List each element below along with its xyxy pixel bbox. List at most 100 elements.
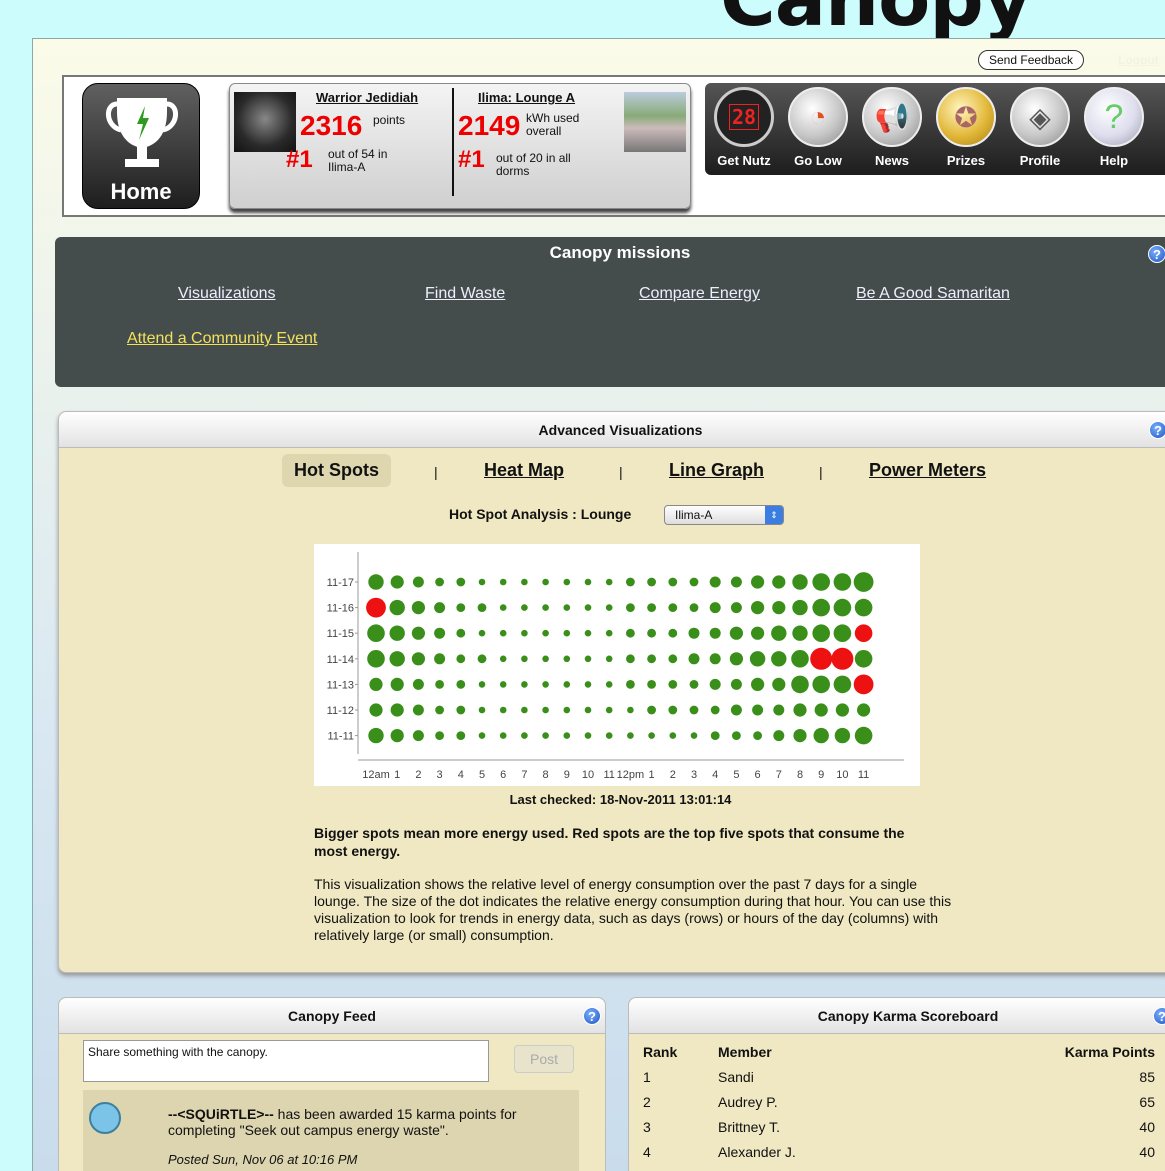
hotspot-dot (813, 727, 829, 744)
tab-hot-spots[interactable]: Hot Spots (282, 454, 391, 487)
nav-go-low[interactable]: ◔ Go Low (783, 87, 853, 168)
hotspot-dot (389, 599, 405, 616)
nav-news[interactable]: 📢 News (857, 87, 927, 168)
nav-get-nutz[interactable]: 28 Get Nutz (709, 87, 779, 168)
gauge-icon: ◔ (788, 87, 848, 147)
divider (452, 88, 454, 196)
hotspot-dot (729, 626, 743, 640)
hotspot-dot (626, 654, 635, 664)
x-tick-label: 7 (521, 769, 527, 781)
hotspot-chart: 11-17 11-16 11-15 11-14 11-13 11-12 11-11 12am 1… (314, 544, 920, 786)
send-feedback-button[interactable]: Send Feedback (978, 50, 1085, 70)
hotspot-dot (456, 577, 466, 587)
hotspot-dot (753, 731, 762, 740)
x-tick-label: 5 (479, 769, 485, 781)
y-tick-label: 11-11 (327, 731, 354, 743)
tab-heat-map[interactable]: Heat Map (484, 460, 564, 481)
lounge-select[interactable]: Ilima-A ⇕ (664, 505, 784, 525)
mission-visualizations[interactable]: Visualizations (178, 285, 276, 303)
user-name-link[interactable]: Warrior Jedidiah (316, 90, 418, 105)
hotspot-dot-top (366, 597, 386, 618)
hotspot-dot (773, 730, 785, 742)
hotspot-dot (834, 727, 851, 744)
lounge-building-image (624, 92, 686, 152)
hotspot-dot (791, 650, 809, 668)
status-panel: Warrior Jedidiah 2316 points #1 out of 5… (229, 83, 691, 209)
hotspot-dot (521, 732, 528, 739)
hotspot-dot (626, 577, 635, 587)
tab-power-meters[interactable]: Power Meters (869, 460, 986, 481)
hotspot-dot (563, 706, 571, 714)
hotspot-dot (456, 705, 466, 715)
hotspot-dot (456, 680, 466, 689)
logout-link[interactable]: Logout (1118, 53, 1159, 67)
help-icon[interactable]: ? (583, 1007, 601, 1025)
help-icon[interactable]: ? (1149, 421, 1165, 439)
share-input[interactable]: Share something with the canopy. (83, 1040, 489, 1082)
lounge-name-link[interactable]: Ilima: Lounge A (478, 90, 575, 105)
hotspot-dot (605, 681, 613, 688)
hotspot-dot (478, 578, 486, 586)
hotspot-dot (477, 654, 487, 664)
lounge-rank-text: out of 20 in all dorms (496, 151, 571, 178)
hotspot-dot-top (810, 647, 833, 670)
x-tick-label: 11 (858, 769, 869, 781)
user-rank-text: out of 54 in Ilima-A (328, 147, 388, 174)
hotspot-dot (689, 577, 699, 587)
hotspot-dot (689, 680, 699, 689)
nav-profile[interactable]: ◈ Profile (1005, 87, 1075, 168)
hotspot-dot (584, 629, 592, 637)
x-tick-label: 5 (733, 769, 739, 781)
table-header-row: Rank Member Karma Points (639, 1040, 1159, 1064)
karma-scoreboard-panel: Canopy Karma Scoreboard ? Rank Member Ka… (628, 997, 1165, 1171)
hotspot-dot (690, 732, 698, 739)
x-tick-label: 12pm (617, 769, 645, 781)
post-button[interactable]: Post (514, 1045, 574, 1073)
nav-prizes[interactable]: ✪ Prizes (931, 87, 1001, 168)
x-tick-label: 4 (712, 769, 718, 781)
x-tick-label: 8 (797, 769, 803, 781)
x-tick-label: 9 (564, 769, 570, 781)
hotspot-dot (435, 680, 444, 689)
x-tick-label: 1 (394, 769, 400, 781)
hotspot-dot (854, 650, 873, 668)
nav-help[interactable]: ? Help (1079, 87, 1149, 168)
x-tick-label: 3 (437, 769, 443, 781)
tab-line-graph[interactable]: Line Graph (669, 460, 764, 481)
hotspot-dot (772, 575, 786, 589)
table-row: 2 Audrey P. 65 (643, 1093, 1155, 1110)
avatar (89, 1102, 121, 1134)
mission-compare-energy[interactable]: Compare Energy (639, 285, 760, 303)
medal-icon: ✪ (936, 87, 996, 147)
hotspot-dot (792, 574, 808, 590)
home-label: Home (110, 179, 172, 204)
hotspot-dot (669, 732, 677, 739)
header: Home Warrior Jedidiah 2316 points #1 out… (62, 75, 1165, 217)
hotspot-dot (435, 577, 444, 587)
mission-good-samaritan[interactable]: Be A Good Samaritan (856, 285, 1010, 303)
question-icon: ? (1084, 87, 1144, 147)
canopy-feed-panel: Canopy Feed ? Share something with the c… (58, 997, 606, 1171)
hotspot-dot (792, 599, 808, 616)
x-tick-label: 9 (818, 769, 824, 781)
hotspot-dot (389, 625, 405, 641)
home-button[interactable]: Home (82, 83, 200, 209)
feed-item-text: --<SQUiRTLE>-- has been awarded 15 karma… (168, 1106, 517, 1138)
hotspot-dot (833, 675, 852, 694)
hotspot-dot (478, 629, 486, 637)
mission-find-waste[interactable]: Find Waste (425, 285, 505, 303)
hotspot-dot (499, 706, 507, 714)
help-icon[interactable]: ? (1153, 1007, 1165, 1025)
page-title: Canopy (720, 0, 1032, 43)
feed-item-time: Posted Sun, Nov 06 at 10:16 PM (168, 1152, 358, 1167)
mission-community-event[interactable]: Attend a Community Event (127, 330, 317, 348)
hotspot-dot (729, 652, 743, 666)
hotspot-dot (751, 601, 765, 615)
help-icon[interactable]: ? (1148, 245, 1165, 263)
x-tick-label: 6 (755, 769, 761, 781)
hotspot-dot (605, 732, 613, 739)
hotspot-dot (434, 602, 446, 614)
hotspot-dot (772, 601, 786, 615)
hotspot-dot (390, 677, 404, 691)
hotspot-dot (749, 651, 766, 667)
